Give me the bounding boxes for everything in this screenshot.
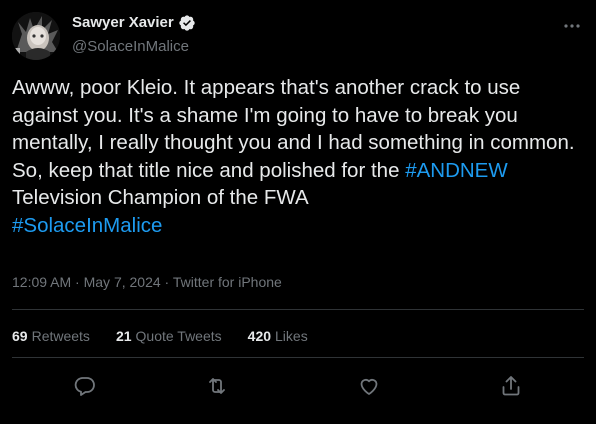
retweets-stat[interactable]: 69 Retweets: [12, 327, 90, 345]
hashtag-solaceinmalice[interactable]: #SolaceInMalice: [12, 214, 162, 237]
meta-separator: ·: [71, 274, 84, 290]
divider: [12, 357, 584, 358]
tweet-meta: 12:09 AM · May 7, 2024 · Twitter for iPh…: [12, 273, 282, 291]
reply-icon[interactable]: [73, 374, 97, 398]
meta-separator: ·: [160, 274, 173, 290]
tweet-text: Awww, poor Kleio. It appears that's anot…: [12, 74, 584, 239]
author-display-name[interactable]: Sawyer Xavier: [72, 14, 174, 32]
retweet-icon[interactable]: [205, 374, 229, 398]
quote-tweets-count: 21: [115, 328, 132, 344]
likes-stat[interactable]: 420 Likes: [248, 327, 308, 345]
tweet-date[interactable]: May 7, 2024: [84, 274, 161, 290]
tweet: Sawyer Xavier @SolaceInMalice Awww, poor…: [0, 0, 596, 424]
tweet-text-part2: Television Champion of the FWA: [12, 186, 309, 209]
likes-count: 420: [247, 328, 272, 344]
retweets-count: 69: [12, 328, 28, 344]
like-icon[interactable]: [357, 374, 381, 398]
quote-tweets-label: Quote Tweets: [135, 328, 222, 344]
quote-tweets-stat[interactable]: 21 Quote Tweets: [116, 327, 222, 345]
tweet-time[interactable]: 12:09 AM: [12, 274, 71, 290]
hashtag-andnew[interactable]: #ANDNEW: [405, 159, 508, 182]
avatar[interactable]: [12, 12, 60, 60]
more-icon[interactable]: [562, 16, 582, 36]
author-name-row: Sawyer Xavier: [72, 14, 196, 32]
author-handle[interactable]: @SolaceInMalice: [72, 38, 189, 56]
divider: [12, 309, 584, 310]
share-icon[interactable]: [499, 374, 523, 398]
tweet-stats: 69 Retweets 21 Quote Tweets 420 Likes: [12, 327, 334, 345]
action-bar: [0, 372, 596, 400]
tweet-source[interactable]: Twitter for iPhone: [173, 274, 282, 290]
likes-label: Likes: [275, 328, 308, 344]
verified-badge-icon: [178, 14, 196, 32]
retweets-label: Retweets: [31, 328, 90, 344]
avatar-image: [12, 12, 60, 60]
